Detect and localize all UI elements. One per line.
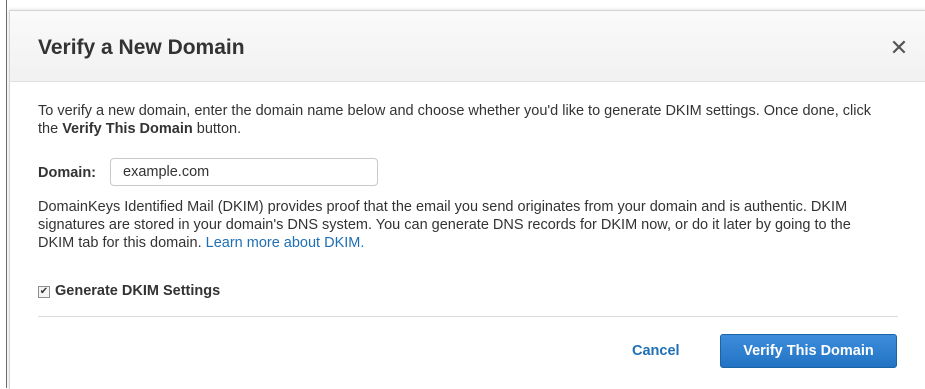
domain-input[interactable] [110, 158, 378, 186]
dialog-header: Verify a New Domain ✕ [10, 11, 925, 82]
intro-text-end: button. [192, 121, 242, 137]
learn-more-dkim-link[interactable]: Learn more about DKIM. [206, 235, 365, 251]
intro-bold-verify: Verify This Domain [62, 121, 193, 137]
domain-label: Domain: [38, 165, 96, 181]
close-icon[interactable]: ✕ [888, 37, 910, 59]
footer-divider [38, 316, 898, 317]
background-window-edge [6, 0, 7, 388]
verify-domain-button[interactable]: Verify This Domain [720, 334, 897, 368]
intro-text: To verify a new domain, enter the domain… [38, 102, 888, 138]
dkim-description-text: DomainKeys Identified Mail (DKIM) provid… [38, 199, 851, 251]
generate-dkim-checkbox[interactable]: ✔ [38, 286, 50, 298]
cancel-button[interactable]: Cancel [632, 343, 680, 359]
dkim-description: DomainKeys Identified Mail (DKIM) provid… [38, 198, 888, 252]
dialog-title: Verify a New Domain [38, 36, 245, 59]
generate-dkim-label[interactable]: Generate DKIM Settings [55, 283, 220, 299]
